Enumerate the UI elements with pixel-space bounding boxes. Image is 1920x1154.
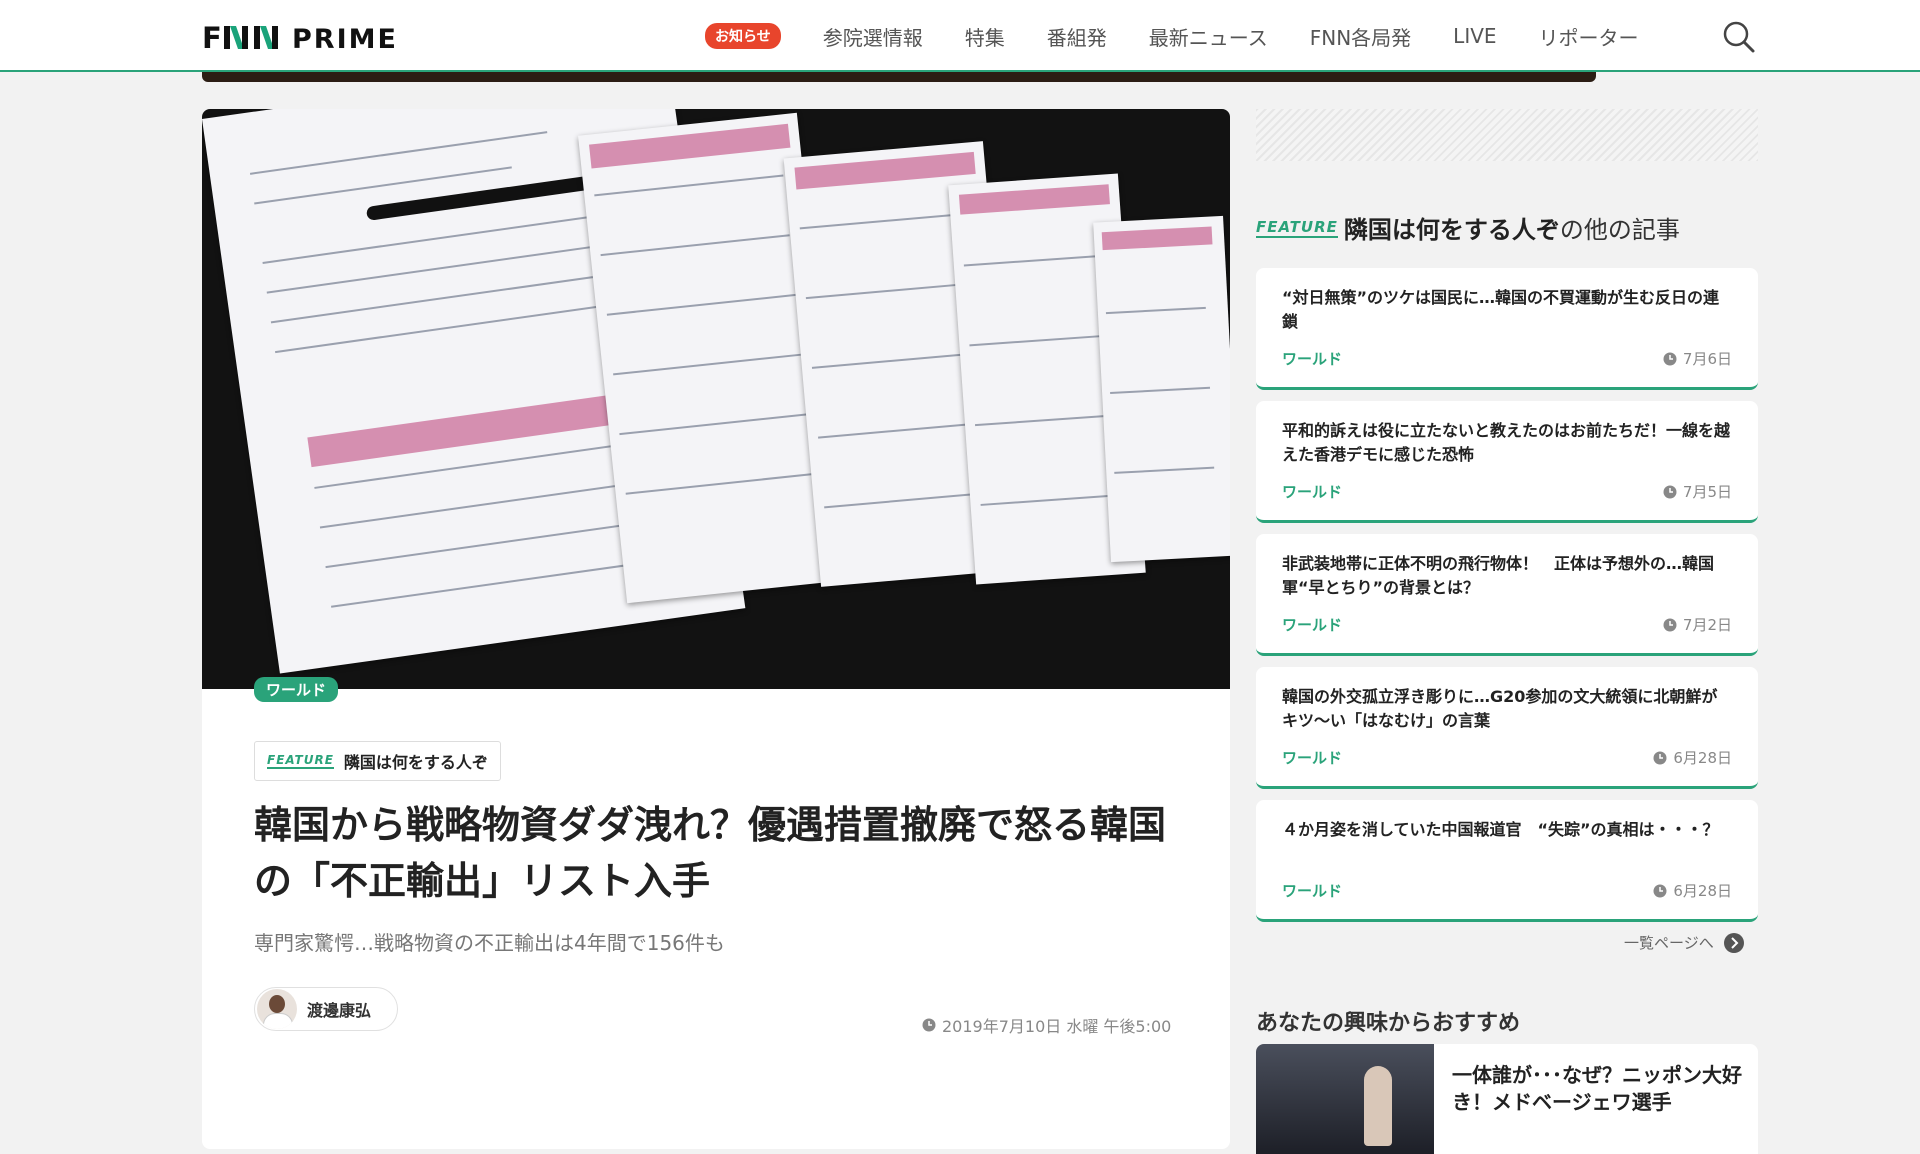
publish-date-text: 2019年7月10日 水曜 午後5:00 [942,1017,1172,1036]
main-nav: お知らせ 参院選情報 特集 番組発 最新ニュース FNN各局発 LIVE リポー… [705,18,1681,54]
related-article-date-text: 6月28日 [1673,749,1732,767]
chevron-right-icon [1723,932,1744,953]
clock-icon [1663,485,1677,498]
nav-item-reporter[interactable]: リポーター [1539,22,1639,51]
related-article-title: ４か月姿を消していた中国報道官 “失踪”の真相は・・・？ [1282,820,1719,839]
related-article-date-text: 6月28日 [1673,882,1732,900]
sidebar-feature-suffix: の他の記事 [1559,216,1680,244]
sidebar-feature-heading: FEATURE 隣国は何をする人ぞ の他の記事 [1256,210,1680,245]
recommend-card[interactable]: 一体誰が･･･なぜ？ニッポン大好き！メドベージェワ選手 [1256,1044,1758,1154]
nav-item-feature[interactable]: 特集 [965,22,1005,51]
related-article-date-text: 7月6日 [1682,350,1732,368]
nav-item-election[interactable]: 参院選情報 [823,22,923,51]
feature-label: FEATURE [267,753,334,769]
ad-placeholder [1256,109,1758,161]
related-article-list: “対日無策”のツケは国民に…韓国の不買運動が生む反日の連鎖 ワールド 7月6日 … [1256,268,1758,933]
related-article-category: ワールド [1282,749,1343,767]
related-article-title: 非武装地帯に正体不明の飛行物体！ 正体は予想外の…韓国軍“早とちり”の背景とは？ [1282,554,1715,597]
clock-icon [922,1018,936,1032]
related-article-date: 6月28日 [1653,880,1732,901]
author-name: 渡邊康弘 [307,1001,372,1020]
feature-name: 隣国は何をする人ぞ [343,753,488,772]
sidebar-feature-label: FEATURE [1256,217,1338,238]
related-article-date-text: 7月5日 [1682,483,1732,501]
related-article-category: ワールド [1282,882,1343,900]
category-tag[interactable]: ワールド [254,677,339,702]
nav-item-live[interactable]: LIVE [1453,24,1496,48]
avatar [257,989,297,1029]
related-article[interactable]: 平和的訴えは役に立たないと教えたのはお前たちだ！一線を越えた香港デモに感じた恐怖… [1256,401,1758,523]
related-article-title: 韓国の外交孤立浮き彫りに…G20参加の文大統領に北朝鮮がキツ〜い「はなむけ」の言… [1282,687,1718,730]
related-article-date: 7月2日 [1663,614,1732,635]
article-subtitle: 専門家驚愕…戦略物資の不正輸出は4年間で156件も [254,931,725,955]
related-article[interactable]: 非武装地帯に正体不明の飛行物体！ 正体は予想外の…韓国軍“早とちり”の背景とは？… [1256,534,1758,656]
search-icon[interactable] [1722,20,1756,54]
site-logo[interactable]: F PRIME [202,21,398,55]
related-article-date-text: 7月2日 [1682,616,1732,634]
related-article-category: ワールド [1282,350,1343,368]
nav-item-stations[interactable]: FNN各局発 [1310,22,1411,51]
related-article-date: 6月28日 [1653,747,1732,768]
recommend-title: 一体誰が･･･なぜ？ニッポン大好き！メドベージェワ選手 [1452,1063,1742,1114]
clock-icon [1653,751,1667,764]
publish-date: 2019年7月10日 水曜 午後5:00 [922,1013,1171,1037]
related-article[interactable]: ４か月姿を消していた中国報道官 “失踪”の真相は・・・？ ワールド 6月28日 [1256,800,1758,922]
nav-item-latest-news[interactable]: 最新ニュース [1149,22,1268,51]
author-link[interactable]: 渡邊康弘 [254,987,398,1031]
clock-icon [1663,352,1677,365]
clock-icon [1653,884,1667,897]
feature-tag[interactable]: FEATURE 隣国は何をする人ぞ [254,741,501,781]
related-article-category: ワールド [1282,483,1343,501]
nav-item-programs[interactable]: 番組発 [1047,22,1107,51]
article-card: ワールド FEATURE 隣国は何をする人ぞ 韓国から戦略物資ダダ洩れ？優遇措置… [202,109,1230,1149]
article-title: 韓国から戦略物資ダダ洩れ？優遇措置撤廃で怒る韓国の「不正輸出」リスト入手 [254,803,1167,903]
related-article-date: 7月5日 [1663,481,1732,502]
related-article[interactable]: 韓国の外交孤立浮き彫りに…G20参加の文大統領に北朝鮮がキツ〜い「はなむけ」の言… [1256,667,1758,789]
svg-text:PRIME: PRIME [292,24,398,52]
more-articles-label: 一覧ページへ [1624,934,1714,952]
article-hero-image[interactable] [202,109,1230,689]
site-header: F PRIME お知らせ 参院選情報 特集 番組発 最新ニュース FNN各局発 … [0,0,1920,72]
document-page-5 [1093,215,1230,563]
clock-icon [1663,618,1677,631]
related-article-date: 7月6日 [1663,348,1732,369]
fnn-prime-logo: F PRIME [202,21,398,55]
svg-text:F: F [202,22,224,52]
recommend-heading: あなたの興味からおすすめ [1256,1011,1521,1036]
related-article[interactable]: “対日無策”のツケは国民に…韓国の不買運動が生む反日の連鎖 ワールド 7月6日 [1256,268,1758,390]
more-articles-link[interactable]: 一覧ページへ [1624,932,1744,953]
sidebar-feature-name[interactable]: 隣国は何をする人ぞ [1344,210,1560,245]
header-accent-bar [202,72,1596,82]
related-article-title: “対日無策”のツケは国民に…韓国の不買運動が生む反日の連鎖 [1282,288,1720,331]
recommend-thumbnail [1256,1044,1434,1154]
related-article-title: 平和的訴えは役に立たないと教えたのはお前たちだ！一線を越えた香港デモに感じた恐怖 [1282,421,1731,464]
notice-badge[interactable]: お知らせ [705,23,781,49]
related-article-category: ワールド [1282,616,1343,634]
